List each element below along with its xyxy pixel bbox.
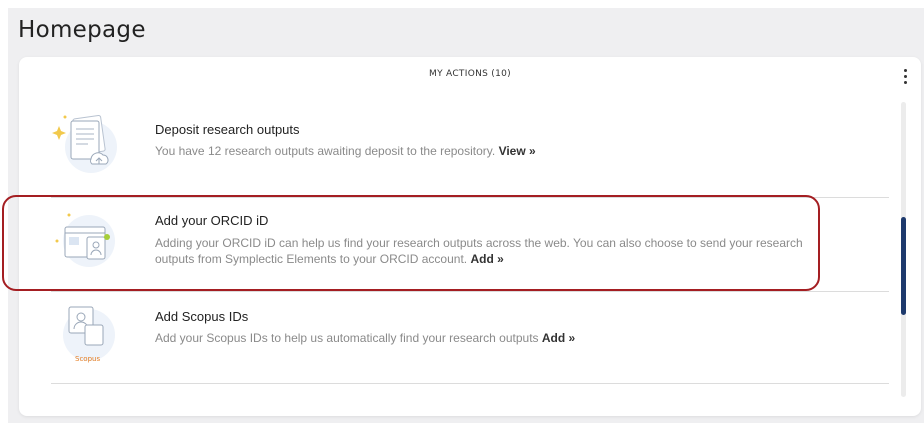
more-options-icon[interactable]	[902, 69, 908, 87]
svg-text:Scopus: Scopus	[75, 355, 100, 363]
scrollbar[interactable]	[901, 102, 906, 397]
action-description: You have 12 research outputs awaiting de…	[155, 144, 536, 158]
view-link[interactable]: View »	[499, 144, 536, 158]
page-title: Homepage	[18, 17, 146, 43]
highlight-outline	[2, 195, 820, 291]
document-stack-icon	[51, 109, 119, 177]
divider	[51, 383, 889, 384]
my-actions-card: MY ACTIONS (10) Deposit research outputs…	[2, 57, 921, 416]
divider	[51, 291, 889, 292]
action-description: Add your Scopus IDs to help us automatic…	[155, 331, 576, 345]
action-title: Add Scopus IDs	[155, 309, 249, 324]
action-title: Deposit research outputs	[155, 122, 300, 137]
add-scopus-link[interactable]: Add »	[542, 331, 575, 345]
card-title: MY ACTIONS (10)	[429, 69, 511, 79]
scopus-profile-icon: Scopus	[51, 301, 119, 369]
scrollbar-thumb[interactable]	[901, 217, 906, 315]
